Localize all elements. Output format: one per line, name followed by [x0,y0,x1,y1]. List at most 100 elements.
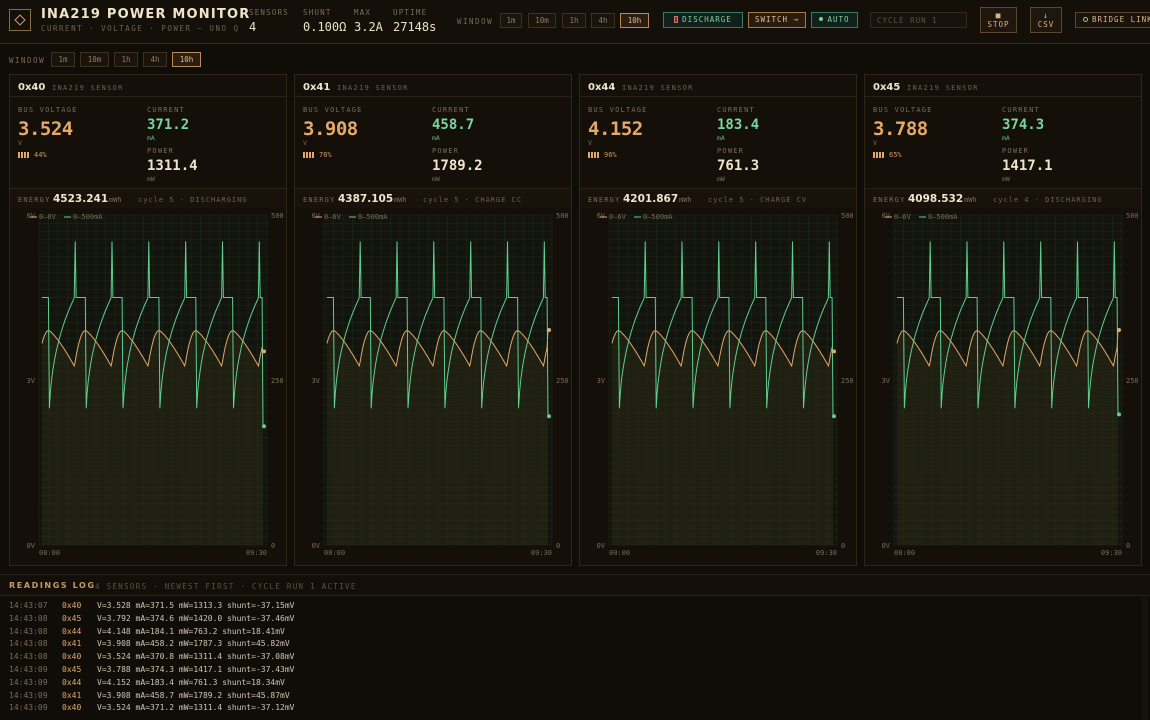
window-10h-button[interactable]: 10h [620,13,649,28]
current-value: 371.2 [147,117,190,133]
voltage-unit: V [303,139,307,147]
subbar-window-10m-button[interactable]: 10m [80,52,109,67]
stop-icon: ■ [995,11,1002,20]
battery-segment [309,152,311,158]
subbar-window-1h-button[interactable]: 1h [114,52,138,67]
app-title: INA219 POWER MONITOR [41,7,251,22]
power-chart: 6V 3V 0V 500 250 0 00:00 09:30 0–6V 0–500mA [597,212,854,557]
current-unit: mA [432,134,440,142]
y2-tick-label: 250 [556,377,569,385]
log-reading: V=3.908 mA=458.2 mW=1787.3 shunt=45.82mV [97,639,290,649]
voltage-last-point [832,349,836,354]
logo-icon [9,9,31,31]
window-4h-button[interactable]: 4h [591,13,615,28]
cycle-status: cycle 5 · CHARGE CV [708,196,808,204]
x-tick-label: 09:30 [531,549,552,557]
subbar-window-4h-button[interactable]: 4h [143,52,167,67]
battery-level: 96% [588,151,617,159]
window-1m-button[interactable]: 1m [500,13,522,28]
stop-button[interactable]: ■ STOP [980,7,1017,33]
battery-segment [882,152,884,158]
energy-unit: mWh [679,196,692,204]
y-tick-label: 6V [312,212,321,220]
battery-level: 44% [18,151,47,159]
log-address: 0x45 [62,665,82,674]
subbar-window-1m-button[interactable]: 1m [51,52,75,67]
battery-segment [597,152,599,158]
y-tick-label: 3V [882,377,891,385]
y2-tick-label: 0 [841,542,845,550]
battery-segment [24,152,26,158]
log-time: 14:43:09 [9,665,48,674]
power-value: 761.3 [717,158,760,174]
y2-tick-label: 250 [1126,377,1139,385]
power-unit: mW [1002,175,1010,183]
log-scrollbar[interactable] [1142,597,1148,720]
subbar-window-10h-button[interactable]: 10h [172,52,201,67]
battery-segment [27,152,29,158]
energy-unit: mWh [109,196,122,204]
sensor-address: 0x40 [18,82,46,93]
sensor-panel: 0x40 INA219 SENSOR BUS VOLTAGE 3.524 V 4… [9,74,287,566]
current-unit: mA [147,134,155,142]
subbar-window-label: WINDOW [9,56,46,65]
power-unit: mW [147,175,155,183]
voltage-unit: V [873,139,877,147]
y-tick-label: 6V [882,212,891,220]
power-chart: 6V 3V 0V 500 250 0 00:00 09:30 0–6V 0–500mA [882,212,1139,557]
link-icon [1083,17,1088,22]
bus-voltage-value: 4.152 [588,118,643,140]
log-address: 0x40 [62,601,82,610]
window-1h-button[interactable]: 1h [562,13,586,28]
log-address: 0x45 [62,613,82,623]
readings-log-title: READINGS LOG [9,581,96,590]
bus-voltage-label: BUS VOLTAGE [588,106,648,114]
current-unit: mA [717,134,725,142]
current-label: CURRENT [432,106,470,114]
log-address: 0x40 [62,703,82,713]
energy-label: ENERGY [873,196,906,204]
current-last-point [1117,412,1121,417]
battery-segment [306,152,308,158]
bus-voltage-value: 3.524 [18,118,73,140]
log-reading: V=3.792 mA=374.6 mW=1420.0 shunt=-37.46m… [97,613,295,623]
legend-current-label: 0–500mA [73,213,103,221]
log-row: 14:43:09 0x40 V=3.524 mA=371.2 mW=1311.4… [0,703,1150,716]
power-unit: mW [432,175,440,183]
cycle-status: cycle 4 · DISCHARGING [993,196,1103,204]
cycle-run-input[interactable] [870,12,967,28]
battery-segment [588,152,590,158]
auto-button[interactable]: AUTO [811,12,858,28]
x-tick-label: 09:30 [246,549,267,557]
log-row: 14:43:08 0x41 V=3.908 mA=458.2 mW=1787.3… [0,639,1150,652]
log-time: 14:43:08 [9,613,48,623]
battery-percent: 65% [889,151,902,159]
log-row: 14:43:09 0x41 V=3.908 mA=458.7 mW=1789.2… [0,691,1150,704]
y2-tick-label: 0 [271,542,275,550]
current-unit: mA [1002,134,1010,142]
battery-percent: 44% [34,151,47,159]
voltage-last-point [262,349,266,354]
y2-tick-label: 500 [1126,212,1139,220]
window-10m-button[interactable]: 10m [528,13,556,28]
legend-current-label: 0–500mA [928,213,958,221]
x-tick-label: 00:00 [324,549,345,557]
bridge-link-button[interactable]: BRIDGE LINK [1075,12,1150,28]
switch-button[interactable]: SWITCH → [748,12,806,28]
energy-bar: ENERGY 4387.105 mWh cycle 5 · CHARGE CC [295,188,571,208]
x-tick-label: 09:30 [816,549,837,557]
battery-segment [879,152,881,158]
log-time: 14:43:09 [9,690,48,700]
readings-log[interactable]: 14:43:07 0x40 V=3.528 mA=371.5 mW=1313.3… [0,597,1150,720]
battery-level: 76% [303,151,332,159]
download-icon: ↓ [1043,11,1049,20]
sensor-type: INA219 SENSOR [52,84,124,92]
discharge-button[interactable]: DISCHARGE [663,12,743,28]
log-time: 14:43:07 [9,601,48,610]
cycle-status: cycle 5 · DISCHARGING [138,196,248,204]
current-last-point [832,414,836,419]
csv-button[interactable]: ↓ CSV [1030,7,1062,33]
sensor-panel: 0x41 INA219 SENSOR BUS VOLTAGE 3.908 V 7… [294,74,572,566]
energy-value: 4201.867 [623,193,679,205]
power-value: 1417.1 [1002,158,1053,174]
